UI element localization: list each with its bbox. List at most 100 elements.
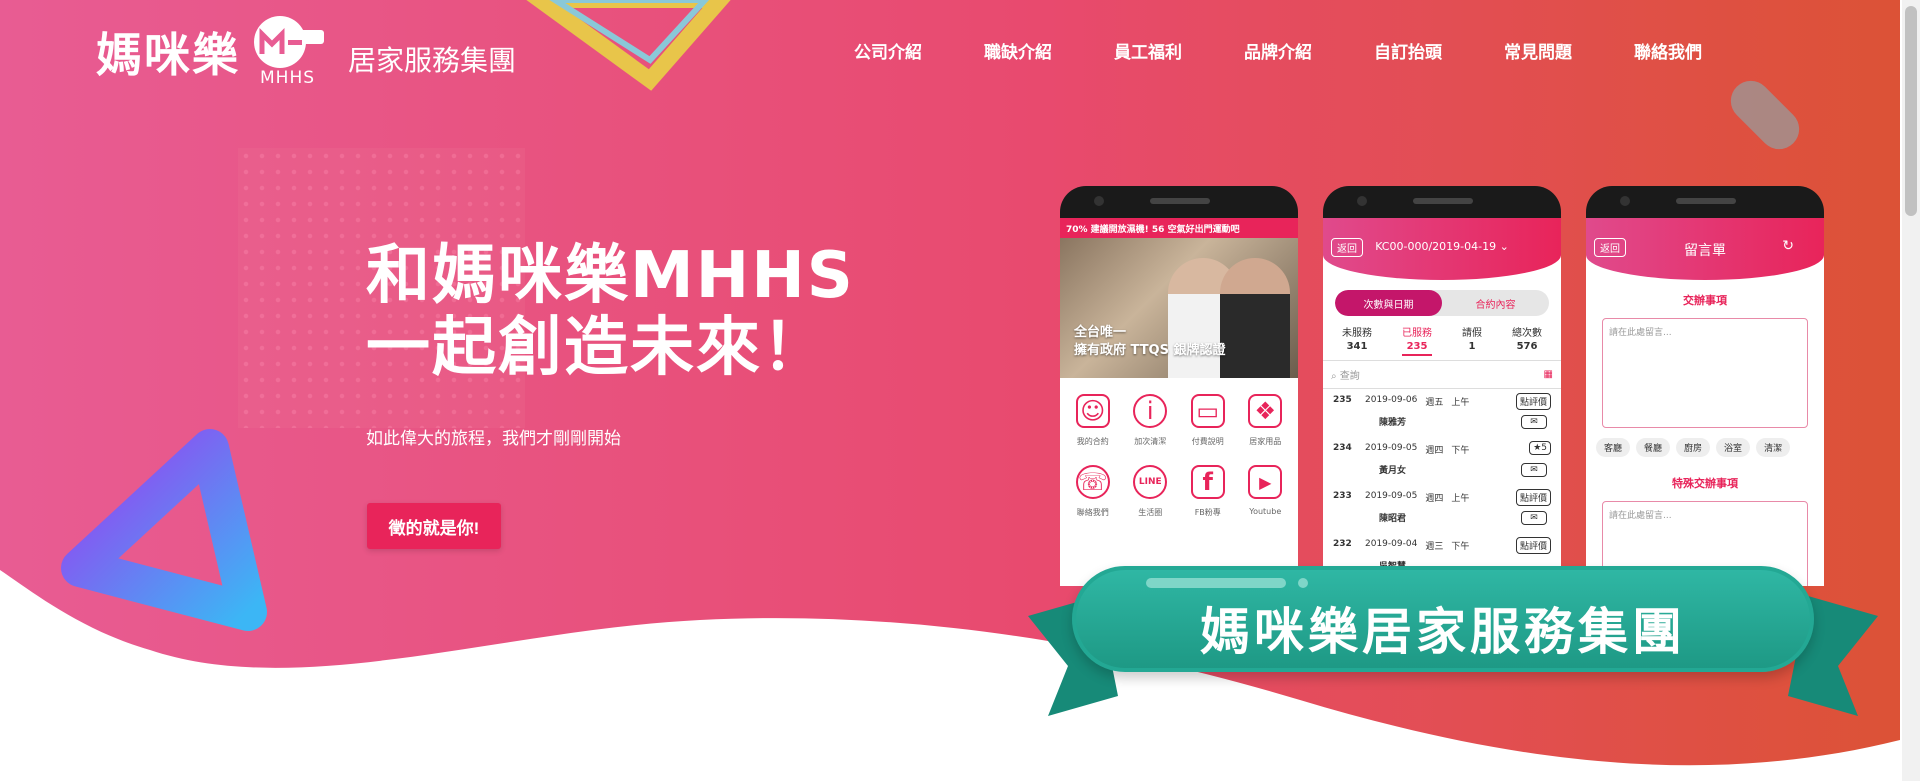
banner-photo: 全台唯一 擁有政府 TTQS 銀牌認證: [1060, 238, 1298, 378]
refresh-icon[interactable]: ↻: [1782, 238, 1794, 254]
chip-kitchen[interactable]: 廚房: [1676, 438, 1711, 457]
row-day: 週五: [1425, 398, 1444, 408]
rating-badge[interactable]: ★5: [1529, 441, 1551, 455]
hero-title-line2: 一起創造未來！: [366, 311, 828, 385]
grid-youtube[interactable]: ▶ Youtube: [1237, 465, 1295, 518]
row-name: 陳昭君: [1379, 514, 1407, 524]
row-name: 黃月女: [1379, 466, 1407, 476]
row-day: 週四: [1425, 494, 1444, 504]
stat-done[interactable]: 已服務 235: [1402, 324, 1432, 356]
nav-company[interactable]: 公司介紹: [854, 38, 984, 63]
row-time: 下午: [1451, 446, 1470, 456]
service-tabs: 次數與日期 合約內容: [1335, 290, 1549, 316]
phone-message: 返回 留言單 ↻ 交辦事項 請在此處留言... 客廳 餐廳 廚房 浴室 清潔 特…: [1586, 186, 1824, 586]
grid-line[interactable]: LINE 生活圈: [1122, 465, 1180, 518]
nav-benefits[interactable]: 員工福利: [1114, 38, 1244, 63]
stat-label: 未服務: [1342, 328, 1372, 339]
stat-value: 341: [1346, 341, 1368, 352]
nav-contact[interactable]: 聯絡我們: [1634, 38, 1764, 63]
grid-contact[interactable]: ☏ 聯絡我們: [1064, 465, 1122, 518]
hero-title: 和媽咪樂MHHS 一起創造未來！: [366, 240, 855, 384]
phone-camera: [1357, 196, 1367, 206]
stat-total[interactable]: 總次數 576: [1512, 324, 1542, 356]
tab-dates[interactable]: 次數與日期: [1335, 290, 1442, 316]
grid-payment[interactable]: ▭ 付費說明: [1179, 394, 1237, 447]
mail-icon[interactable]: ✉: [1521, 415, 1547, 429]
service-header: 返回 KC00-000/2019-04-19 ⌄: [1323, 218, 1561, 280]
phone-speaker: [1150, 198, 1210, 204]
search-label: 查詢: [1339, 371, 1360, 382]
hero-subtitle: 如此偉大的旅程，我們才剛剛開始: [366, 429, 621, 449]
tasks-textarea[interactable]: 請在此處留言...: [1602, 318, 1808, 428]
page: 媽咪樂 MHHS 居家服務集團 公司介紹 職缺介紹 員工福利 品牌介紹 自訂抬頭…: [0, 0, 1920, 781]
stat-pending[interactable]: 未服務 341: [1342, 324, 1372, 356]
ribbon-dot: [1298, 578, 1308, 588]
phone-home: 70% 建議開放濕機! 56 空氣好出門運動吧 全台唯一 擁有政府 TTQS 銀…: [1060, 186, 1298, 586]
contract-select[interactable]: KC00-000/2019-04-19 ⌄: [1323, 240, 1561, 253]
logo[interactable]: 媽咪樂 MHHS 居家服務集團: [96, 16, 516, 88]
tab-contract[interactable]: 合約內容: [1442, 290, 1549, 316]
chip-living-room[interactable]: 客廳: [1596, 438, 1631, 457]
rate-button[interactable]: 點評價: [1515, 489, 1551, 506]
row-name: 陳雅芳: [1379, 418, 1407, 428]
logo-mark-icon: MHHS: [250, 16, 334, 88]
chevron-down-icon: ⌄: [1499, 240, 1509, 253]
banner-caption-line2: 擁有政府 TTQS 銀牌認證: [1074, 343, 1226, 358]
card-icon: ▭: [1190, 394, 1225, 428]
scrollbar-thumb[interactable]: [1905, 6, 1917, 216]
weather-status: 70% 建議開放濕機! 56 空氣好出門運動吧: [1060, 218, 1298, 238]
search-icon: ⌕: [1331, 371, 1337, 382]
stat-label: 已服務: [1402, 328, 1432, 339]
scrollbar[interactable]: [1902, 0, 1920, 781]
nav-custom-title[interactable]: 自訂抬頭: [1374, 38, 1504, 63]
stat-leave[interactable]: 請假 1: [1462, 324, 1482, 356]
chip-bathroom[interactable]: 浴室: [1716, 438, 1751, 457]
grid-extra-clean[interactable]: i 加次清潔: [1122, 394, 1180, 447]
mail-icon[interactable]: ✉: [1521, 511, 1547, 525]
phone-message-screen: 返回 留言單 ↻ 交辦事項 請在此處留言... 客廳 餐廳 廚房 浴室 清潔 特…: [1586, 218, 1824, 586]
nav-brand[interactable]: 品牌介紹: [1244, 38, 1374, 63]
grid-my-contract[interactable]: ☺ 我的合約: [1064, 394, 1122, 447]
phone-service-screen: 返回 KC00-000/2019-04-19 ⌄ 次數與日期 合約內容 未服務 3…: [1323, 218, 1561, 586]
person-right: [1220, 258, 1290, 378]
grid-label: 加次清潔: [1134, 437, 1167, 446]
phone-speaker: [1676, 198, 1736, 204]
table-row: 235 2019-09-06 週五 上午 陳雅芳 點評價 ✉: [1323, 389, 1561, 437]
row-time: 上午: [1451, 494, 1470, 504]
calendar-icon[interactable]: ▦: [1544, 369, 1553, 380]
service-stats: 未服務 341 已服務 235 請假 1 總次數 576: [1323, 316, 1561, 360]
chip-cleaning[interactable]: 清潔: [1756, 438, 1791, 457]
nav-jobs[interactable]: 職缺介紹: [984, 38, 1114, 63]
phone-service: 返回 KC00-000/2019-04-19 ⌄ 次數與日期 合約內容 未服務 3…: [1323, 186, 1561, 586]
banner-caption: 全台唯一 擁有政府 TTQS 銀牌認證: [1074, 324, 1226, 360]
grid-label: FB粉專: [1194, 508, 1221, 517]
grid-home-goods[interactable]: ❖ 居家用品: [1237, 394, 1295, 447]
apply-button[interactable]: 徵的就是你!: [367, 503, 501, 549]
grid-label: 生活圈: [1138, 508, 1163, 517]
rate-button[interactable]: 點評價: [1515, 537, 1551, 554]
stat-label: 請假: [1462, 328, 1482, 339]
nav-faq[interactable]: 常見問題: [1504, 38, 1634, 63]
logo-subtitle: 居家服務集團: [348, 44, 517, 77]
row-id: 234: [1333, 443, 1352, 453]
phone-speaker: [1413, 198, 1473, 204]
table-row: 233 2019-09-05 週四 上午 陳昭君 點評價 ✉: [1323, 485, 1561, 533]
section-special-tasks: 特殊交辦事項: [1672, 477, 1738, 490]
rate-button[interactable]: 點評價: [1515, 393, 1551, 410]
headset-icon: ☏: [1075, 465, 1110, 499]
contract-icon: ☺: [1075, 394, 1110, 428]
mail-icon[interactable]: ✉: [1521, 463, 1547, 477]
table-row: 234 2019-09-05 週四 下午 黃月女 ★5 ✉: [1323, 437, 1561, 485]
youtube-icon: ▶: [1248, 465, 1283, 499]
grid-facebook[interactable]: f FB粉專: [1179, 465, 1237, 518]
stat-label: 總次數: [1512, 328, 1542, 339]
main-nav: 公司介紹 職缺介紹 員工福利 品牌介紹 自訂抬頭 常見問題 聯絡我們: [854, 38, 1764, 63]
row-id: 235: [1333, 395, 1352, 405]
search-bar[interactable]: ⌕ 查詢 ▦: [1323, 360, 1561, 389]
section-tasks: 交辦事項: [1683, 294, 1727, 307]
brand-ribbon: 媽咪樂居家服務集團: [1072, 566, 1814, 672]
grid-label: 聯絡我們: [1076, 508, 1109, 517]
stat-value: 235: [1406, 341, 1428, 352]
chip-dining-room[interactable]: 餐廳: [1636, 438, 1671, 457]
search-input[interactable]: ⌕ 查詢: [1331, 367, 1360, 382]
